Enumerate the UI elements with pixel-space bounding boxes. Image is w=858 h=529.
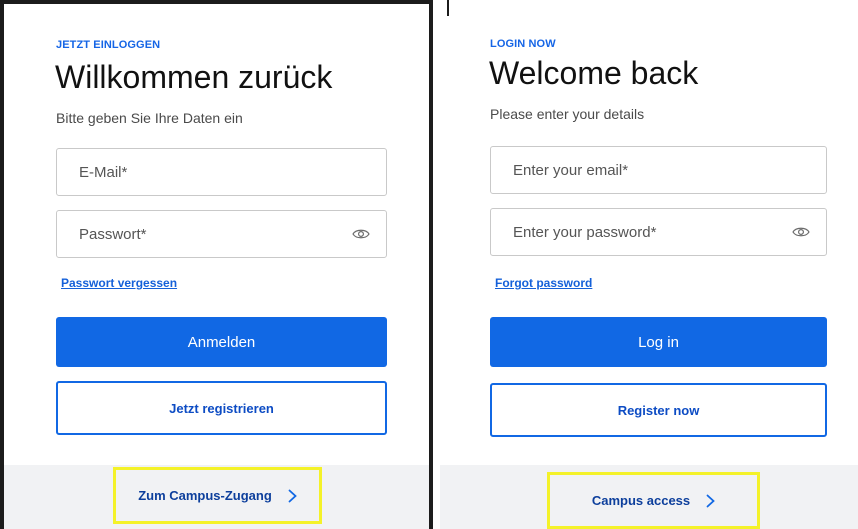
login-panel-german: JETZT EINLOGGEN Willkommen zurück Bitte … [0,0,433,529]
password-placeholder: Enter your password* [513,224,657,241]
eyebrow-label: JETZT EINLOGGEN [56,39,161,51]
login-panel-english: LOGIN NOW Welcome back Please enter your… [440,0,858,529]
campus-access-link[interactable]: Zum Campus-Zugang [113,467,322,524]
eye-icon[interactable] [792,226,810,238]
subtitle: Please enter your details [490,106,645,122]
panel-border-right [429,0,433,529]
email-field[interactable]: Enter your email* [490,146,827,194]
campus-access-label: Zum Campus-Zugang [138,488,272,503]
login-button[interactable]: Anmelden [56,317,387,367]
email-field[interactable]: E-Mail* [56,148,387,196]
password-field[interactable]: Enter your password* [490,208,827,256]
register-button[interactable]: Register now [490,383,827,437]
email-placeholder: E-Mail* [79,164,128,181]
campus-access-link[interactable]: Campus access [547,472,760,529]
email-placeholder: Enter your email* [513,162,629,179]
panel-border-tick [447,0,449,16]
chevron-right-icon [706,494,715,507]
panel-border-top [0,0,433,4]
eyebrow-label: LOGIN NOW [490,38,556,50]
forgot-password-link[interactable]: Passwort vergessen [61,276,177,290]
page-title: Willkommen zurück [55,59,333,95]
password-placeholder: Passwort* [79,226,147,243]
chevron-right-icon [288,489,297,502]
subtitle: Bitte geben Sie Ihre Daten ein [56,110,243,126]
panel-border-left [0,0,4,529]
forgot-password-link[interactable]: Forgot password [495,276,592,290]
password-field[interactable]: Passwort* [56,210,387,258]
eye-icon[interactable] [352,228,370,240]
campus-access-label: Campus access [591,493,691,508]
login-button[interactable]: Log in [490,317,827,367]
page-title: Welcome back [489,55,699,91]
register-button[interactable]: Jetzt registrieren [56,381,387,435]
